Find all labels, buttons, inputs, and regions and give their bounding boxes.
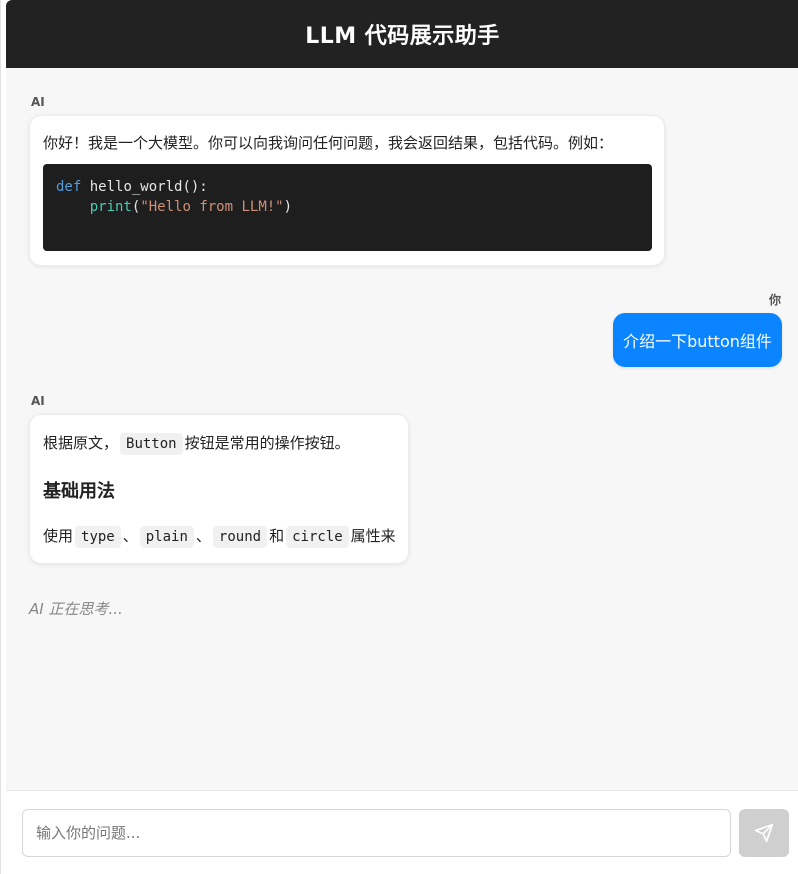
send-icon bbox=[754, 823, 774, 843]
section-heading: 基础用法 bbox=[43, 481, 115, 502]
chat-area[interactable]: AI 你好！我是一个大模型。你可以向我询问任何问题，我会返回结果，包括代码。例如… bbox=[6, 68, 798, 790]
ai-message-bubble: 你好！我是一个大模型。你可以向我询问任何问题，我会返回结果，包括代码。例如： d… bbox=[29, 115, 665, 266]
inline-code: plain bbox=[139, 526, 194, 548]
code-string: "Hello from LLM!" bbox=[140, 199, 284, 215]
inline-code: round bbox=[212, 526, 268, 548]
text-segment: 按钮是常用的操作按钮。 bbox=[184, 434, 350, 452]
code-block: def hello_world(): print("Hello from LLM… bbox=[43, 164, 652, 251]
code-keyword: def bbox=[56, 179, 82, 195]
text-segment: 根据原文， bbox=[43, 434, 119, 452]
text-segment: 使用 bbox=[43, 527, 74, 545]
ai-message-bubble: 根据原文， Button 按钮是常用的操作按钮。 基础用法 使用 type、 plain… bbox=[29, 414, 409, 564]
app-window: LLM 代码展示助手 AI 你好！我是一个大模型。你可以向我询问任何问题，我会返… bbox=[0, 0, 798, 874]
text-segment: 属性来 bbox=[350, 527, 396, 545]
message-text: 根据原文， Button 按钮是常用的操作按钮。 bbox=[43, 433, 350, 455]
input-bar bbox=[6, 790, 798, 874]
send-button[interactable] bbox=[739, 809, 789, 857]
user-message-bubble: 介绍一下button组件 bbox=[613, 313, 782, 367]
separator: 、 bbox=[195, 527, 211, 545]
text-segment: 和 bbox=[269, 527, 285, 545]
separator: 、 bbox=[122, 527, 138, 545]
code-line: print("Hello from LLM!") bbox=[56, 197, 292, 217]
app-header: LLM 代码展示助手 bbox=[6, 0, 798, 68]
message-text: 你好！我是一个大模型。你可以向我询问任何问题，我会返回结果，包括代码。例如： bbox=[43, 134, 614, 152]
code-paren: ) bbox=[283, 199, 293, 215]
question-input[interactable] bbox=[22, 809, 731, 857]
page-title: LLM 代码展示助手 bbox=[305, 24, 500, 49]
thinking-indicator: AI 正在思考... bbox=[29, 600, 123, 618]
code-text: hello_world(): bbox=[81, 179, 208, 195]
sender-label-ai: AI bbox=[31, 95, 45, 109]
sender-label-user: 你 bbox=[769, 293, 782, 307]
code-line: def hello_world(): bbox=[56, 177, 208, 197]
inline-code: Button bbox=[120, 433, 183, 455]
sender-label-ai: AI bbox=[31, 394, 45, 408]
message-text: 使用 type、 plain、 round 和 circle 属性来 bbox=[43, 526, 396, 548]
inline-code: circle bbox=[286, 526, 349, 548]
inline-code: type bbox=[75, 526, 121, 548]
message-text: 介绍一下button组件 bbox=[623, 332, 772, 351]
code-function: print bbox=[89, 199, 132, 215]
